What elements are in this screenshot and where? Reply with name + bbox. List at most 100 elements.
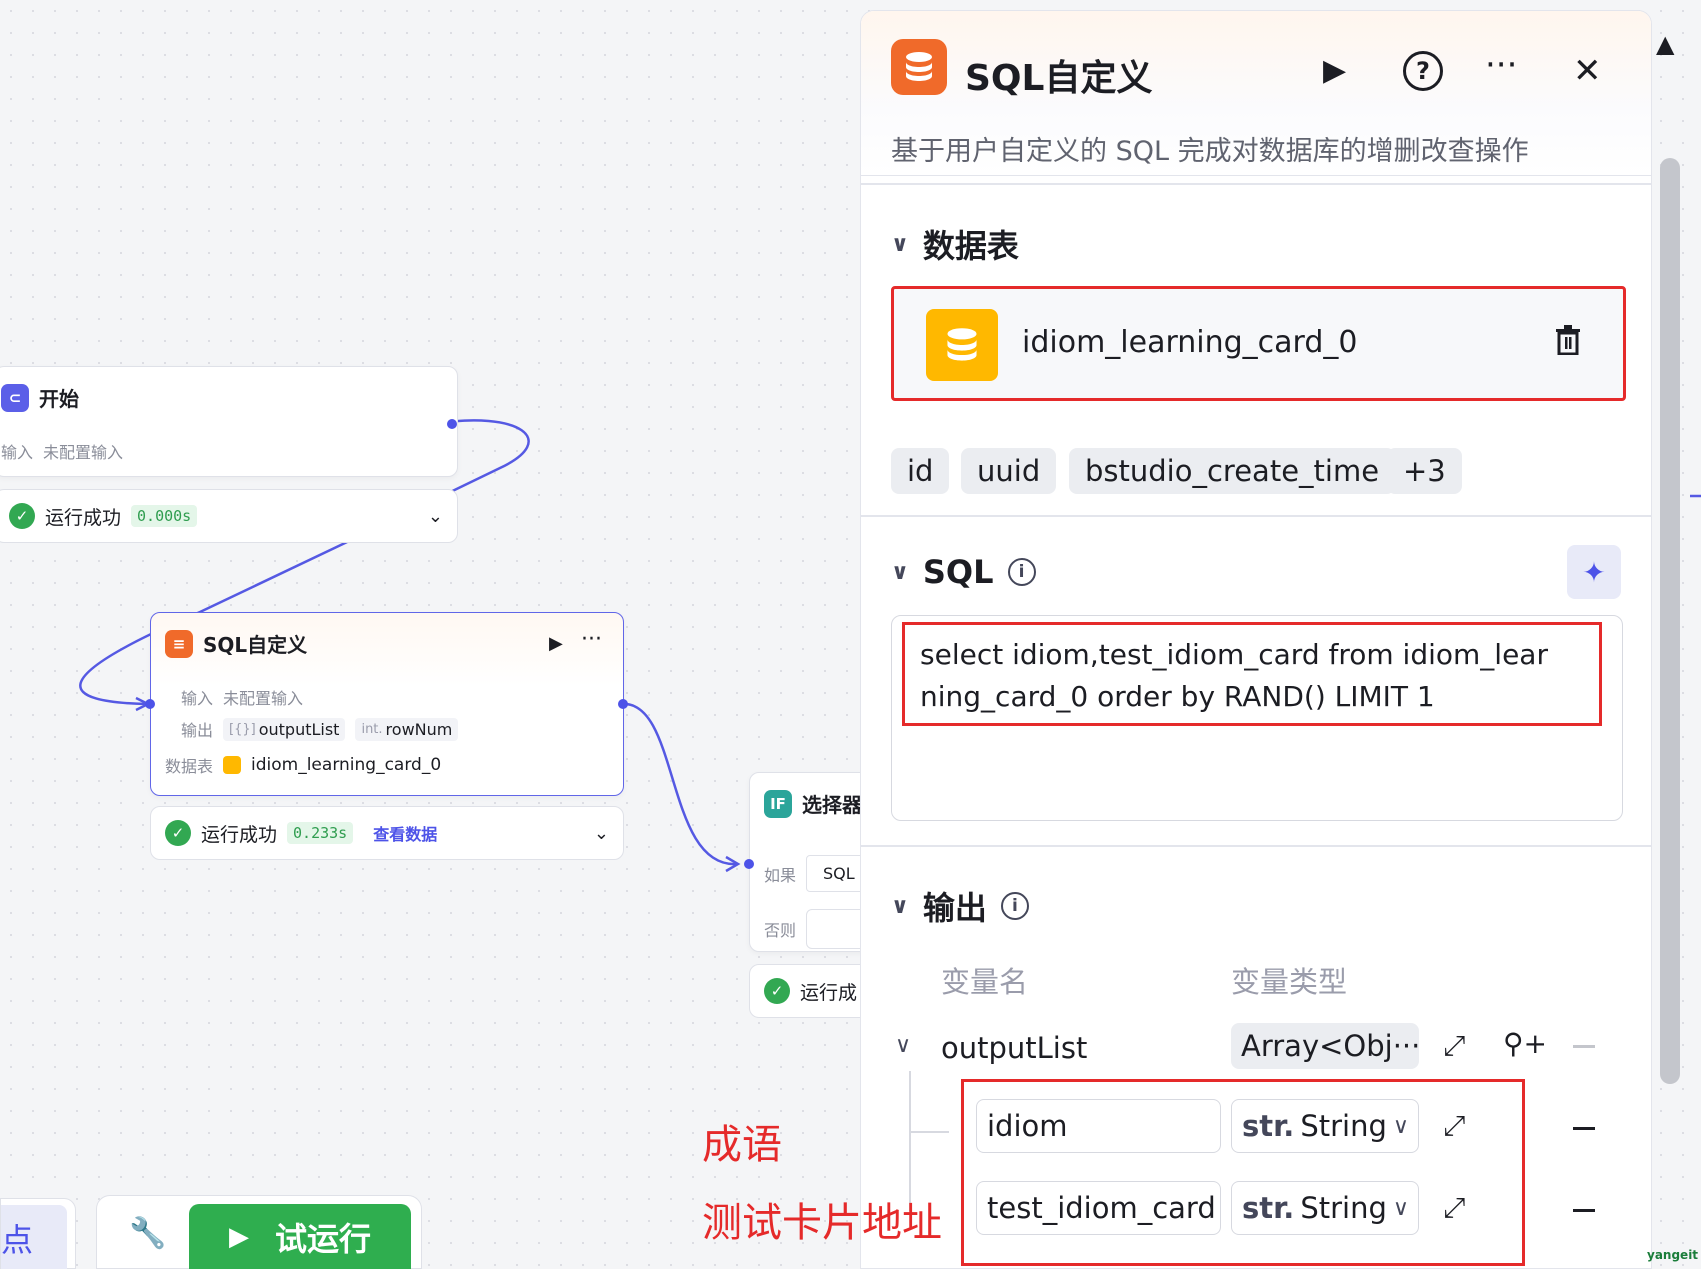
node-config-panel: SQL自定义 ▶ ? ··· ✕ 基于用户自定义的 SQL 完成对数据库的增删改… [860,10,1652,1269]
col-header-name: 变量名 [941,965,1029,999]
if-icon: IF [764,789,792,818]
scroll-up-icon[interactable]: ▲ [1656,30,1674,58]
else-box[interactable] [806,909,867,949]
sql-input-port[interactable] [145,699,155,709]
info-icon[interactable]: i [1007,558,1036,586]
help-icon[interactable]: ? [1403,51,1443,91]
sql-input-value: 未配置输入 [223,689,304,708]
start-status-bar[interactable]: ✓ 运行成功 0.000s ⌄ [0,489,458,543]
output-parent-name[interactable]: outputList [941,1031,1087,1065]
sql-section-title: SQL [922,553,994,591]
ai-sparkle-button[interactable]: ✦ [1567,545,1621,599]
child-name-input[interactable]: idiom [976,1099,1221,1153]
start-output-port[interactable] [447,419,457,429]
sql-section-header[interactable]: ∨ SQL i [891,553,1036,591]
sql-output-label: 输出 [181,721,214,740]
child-type-select[interactable]: str. String ∨ [1231,1181,1419,1235]
sql-query-text: select idiom,test_idiom_card from idiom_… [920,638,1548,713]
left-toolbar-stub: 点 [0,1198,76,1269]
type-prefix: str. [1242,1191,1295,1225]
success-check-icon: ✓ [764,978,790,1004]
bottom-toolbar: 🔧 ▶ 试运行 [96,1195,422,1269]
remove-icon[interactable] [1573,1209,1595,1212]
sql-table-value: idiom_learning_card_0 [251,755,442,775]
divider [861,845,1651,847]
panel-scrollbar[interactable] [1660,158,1680,1084]
selector-status-text: 运行成 [800,981,858,1004]
divider [861,515,1651,517]
sql-node-title: SQL自定义 [203,633,308,657]
success-check-icon: ✓ [165,820,191,846]
expand-icon[interactable]: ⤢ [1443,1191,1465,1225]
database-icon [926,309,998,381]
add-node-label: 点 [1,1220,34,1259]
panel-header: SQL自定义 ▶ ? ··· ✕ 基于用户自定义的 SQL 完成对数据库的增删改… [861,11,1651,176]
sql-editor[interactable]: select idiom,test_idiom_card from idiom_… [891,615,1623,821]
output-parent-type[interactable]: Array<Obj··· [1231,1023,1420,1069]
watermark: yangeit [1647,1248,1699,1262]
more-icon[interactable]: ··· [1485,45,1517,85]
sql-duration-badge: 0.233s [287,822,354,844]
field-chip: id [891,448,950,494]
chevron-down-icon[interactable]: ⌄ [594,823,609,844]
sql-status-text: 运行成功 [201,823,278,846]
panel-description: 基于用户自定义的 SQL 完成对数据库的增删改查操作 [891,136,1529,167]
type-value: String [1300,1109,1387,1143]
field-chip: uuid [961,448,1057,494]
database-icon [891,39,947,95]
expand-icon[interactable]: ⤢ [1443,1029,1465,1063]
start-icon: ⊂ [1,383,29,412]
else-label: 否则 [764,921,797,940]
start-node-title: 开始 [39,387,79,411]
child-type-select[interactable]: str. String ∨ [1231,1099,1419,1153]
expand-icon[interactable]: ⤢ [1443,1109,1465,1143]
tree-line [909,1131,949,1133]
table-section-title: 数据表 [922,227,1019,265]
start-input-value: 未配置输入 [43,443,124,462]
table-section-header[interactable]: ∨ 数据表 [891,221,1019,267]
selector-node-title: 选择器 [802,793,862,817]
table-name: idiom_learning_card_0 [1022,325,1358,360]
sql-status-bar[interactable]: ✓ 运行成功 0.233s 查看数据 ⌄ [150,806,624,860]
selected-table-card[interactable]: idiom_learning_card_0 [891,286,1626,401]
sql-node[interactable]: ≡ SQL自定义 ▶ ··· 输入 未配置输入 输出 [{}] outputLis… [145,612,628,796]
chevron-down-icon: ∨ [1392,1113,1409,1139]
play-icon[interactable]: ▶ [1323,51,1346,91]
annotation-idiom: 成语 [702,1122,782,1168]
more-fields-chip[interactable]: +3 [1387,448,1462,494]
view-data-link[interactable]: 查看数据 [373,821,437,845]
sql-input-label: 输入 [181,689,214,708]
test-run-label: 试运行 [274,1220,371,1258]
trash-icon[interactable] [1555,325,1581,363]
start-duration-badge: 0.000s [131,505,198,527]
wrench-icon[interactable]: 🔧 [129,1216,166,1251]
output-list-tag: [{}] outputList [223,717,346,741]
start-status-text: 运行成功 [45,506,122,529]
if-label: 如果 [764,865,797,885]
more-icon[interactable]: ··· [581,627,602,652]
chevron-down-icon[interactable]: ∨ [895,1033,911,1058]
test-run-button[interactable]: ▶ 试运行 [189,1204,411,1269]
chevron-down-icon[interactable]: ⌄ [428,506,443,527]
chevron-down-icon[interactable]: ∨ [891,894,909,919]
start-node[interactable]: ⊂ 开始 输入 未配置输入 [0,366,458,477]
sql-table-label: 数据表 [165,757,214,776]
add-child-icon[interactable]: ⚲+ [1503,1027,1547,1060]
add-node-button[interactable]: 点 [1,1205,67,1269]
selector-input-port[interactable] [744,859,754,869]
chevron-down-icon[interactable]: ∨ [891,560,909,585]
remove-icon[interactable] [1573,1127,1595,1130]
close-icon[interactable]: ✕ [1573,51,1602,91]
output-section-header[interactable]: ∨ 输出 i [891,883,1029,929]
child-name-input[interactable]: test_idiom_card [976,1181,1221,1235]
play-icon[interactable]: ▶ [549,633,563,654]
info-icon[interactable]: i [1000,892,1029,920]
divider [861,183,1651,185]
type-value: String [1300,1191,1387,1225]
row-num-tag: int. rowNum [355,717,459,741]
start-input-label: 输入 [1,443,34,462]
chevron-down-icon[interactable]: ∨ [891,232,909,257]
output-section-title: 输出 [922,889,987,927]
remove-icon [1573,1045,1595,1048]
sql-output-port[interactable] [618,699,628,709]
